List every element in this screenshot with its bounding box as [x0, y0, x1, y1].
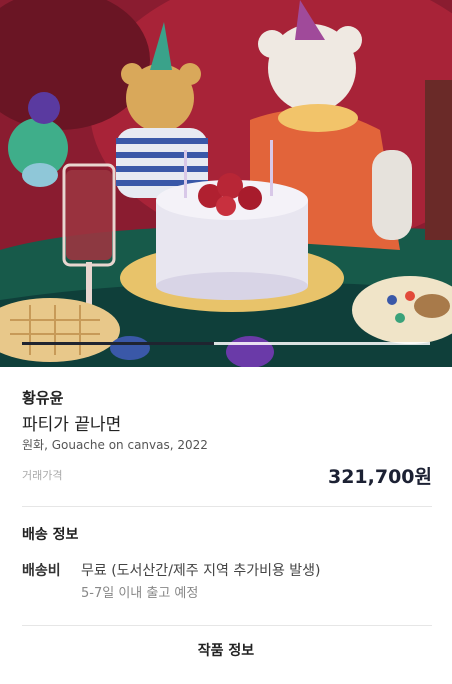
artwork-title: 파티가 끝나면	[22, 415, 122, 435]
shipping-fee-label: 배송비	[22, 563, 61, 579]
artist-name[interactable]: 황유윤	[22, 387, 63, 408]
divider	[22, 625, 432, 626]
price-label: 거래가격	[22, 469, 63, 482]
artwork-meta: 원화, Gouache on canvas, 2022	[22, 438, 208, 452]
gallery-progress	[22, 342, 430, 345]
shipping-fee-value: 무료 (도서산간/제주 지역 추가비용 발생)	[81, 563, 321, 579]
shipping-section-title: 배송 정보	[22, 527, 79, 543]
price-value: 321,700원	[327, 466, 432, 488]
divider	[22, 506, 432, 507]
artwork-painting	[0, 0, 452, 367]
artwork-info-tab[interactable]: 작품 정보	[0, 640, 452, 660]
gallery-progress-fill	[22, 342, 214, 345]
artwork-image[interactable]	[0, 0, 452, 367]
shipping-schedule: 5-7일 이내 출고 예정	[81, 586, 199, 601]
